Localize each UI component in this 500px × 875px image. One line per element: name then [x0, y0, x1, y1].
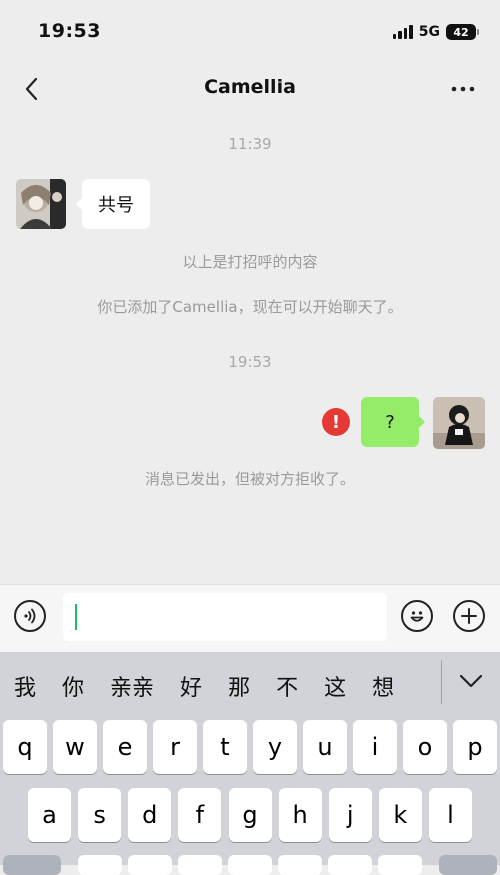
status-indicators: 5G 42 [392, 20, 479, 44]
key-a[interactable]: a [28, 788, 71, 842]
keyboard-row-2: a s d f g h j k l [28, 788, 472, 842]
candidate-divider [441, 660, 442, 704]
candidate-word[interactable]: 我 [14, 670, 36, 702]
text-caret [75, 604, 77, 630]
chevron-down-icon [459, 674, 483, 688]
key-s[interactable]: s [78, 788, 122, 842]
user-avatar[interactable] [433, 397, 485, 449]
contact-avatar[interactable] [16, 179, 66, 229]
candidate-word[interactable]: 亲亲 [110, 670, 154, 702]
emoji-button[interactable] [401, 600, 433, 632]
signal-icon [392, 25, 413, 39]
key-x[interactable] [128, 855, 172, 875]
key-z[interactable] [78, 855, 122, 875]
plus-button[interactable] [453, 600, 485, 632]
system-greeting-note: 以上是打招呼的内容 [182, 253, 318, 271]
smiley-icon [410, 611, 424, 622]
outgoing-message-bubble[interactable]: ? [361, 397, 425, 447]
collapse-candidates-button[interactable] [458, 672, 484, 690]
incoming-message-text: 共号 [98, 195, 134, 216]
shift-key[interactable] [3, 855, 61, 875]
key-l[interactable]: l [429, 788, 472, 842]
keyboard-row-3-partial [0, 855, 500, 875]
key-h[interactable]: h [278, 788, 322, 842]
key-n[interactable] [328, 855, 372, 875]
key-v[interactable] [228, 855, 272, 875]
key-i[interactable]: i [353, 720, 397, 774]
key-e[interactable]: e [103, 720, 147, 774]
message-timestamp: 19:53 [228, 353, 272, 371]
key-b[interactable] [278, 855, 322, 875]
key-y[interactable]: y [253, 720, 297, 774]
incoming-message-bubble[interactable]: 共号 [76, 179, 150, 229]
key-w[interactable]: w [53, 720, 97, 774]
plus-circle-icon [461, 608, 477, 624]
candidate-word[interactable]: 好 [180, 670, 202, 702]
key-t[interactable]: t [203, 720, 247, 774]
contact-avatar-image [16, 179, 66, 229]
more-horizontal-icon [451, 86, 475, 92]
exclamation-circle-icon[interactable]: ! [322, 408, 350, 436]
back-button[interactable] [16, 74, 46, 104]
key-d[interactable]: d [128, 788, 172, 842]
candidate-word[interactable]: 想 [372, 670, 394, 702]
voice-button[interactable] [14, 600, 46, 632]
rejected-note: 消息已发出，但被对方拒收了。 [144, 470, 355, 488]
candidate-word[interactable]: 这 [324, 670, 346, 702]
battery-level: 42 [453, 25, 469, 39]
key-f[interactable]: f [178, 788, 222, 842]
keyboard-row-1: q w e r t y u i o p [3, 720, 497, 774]
key-o[interactable]: o [403, 720, 447, 774]
message-timestamp: 11:39 [228, 135, 272, 153]
key-c[interactable] [178, 855, 222, 875]
system-added-note: 你已添加了Camellia，现在可以开始聊天了。 [97, 298, 403, 316]
user-avatar-image [433, 397, 485, 449]
voice-wave-icon [24, 608, 36, 624]
candidate-bar: 我 你 亲亲 好 那 不 这 想 [0, 662, 440, 710]
key-p[interactable]: p [453, 720, 497, 774]
battery-icon: 42 [446, 24, 479, 40]
candidate-word[interactable]: 那 [228, 670, 250, 702]
chat-title: Camellia [204, 76, 296, 98]
key-q[interactable]: q [3, 720, 47, 774]
candidate-word[interactable]: 你 [62, 670, 84, 702]
key-m[interactable] [378, 855, 422, 875]
chevron-left-icon [25, 77, 38, 101]
key-k[interactable]: k [378, 788, 422, 842]
outgoing-message-text: ? [385, 411, 395, 433]
key-j[interactable]: j [328, 788, 372, 842]
key-g[interactable]: g [228, 788, 272, 842]
key-u[interactable]: u [303, 720, 347, 774]
network-type: 5G [418, 24, 440, 40]
key-r[interactable]: r [153, 720, 197, 774]
candidate-word[interactable]: 不 [276, 670, 298, 702]
more-button[interactable] [448, 74, 478, 104]
message-input[interactable] [63, 593, 387, 641]
status-time: 19:53 [38, 20, 101, 42]
delete-key[interactable] [439, 855, 497, 875]
